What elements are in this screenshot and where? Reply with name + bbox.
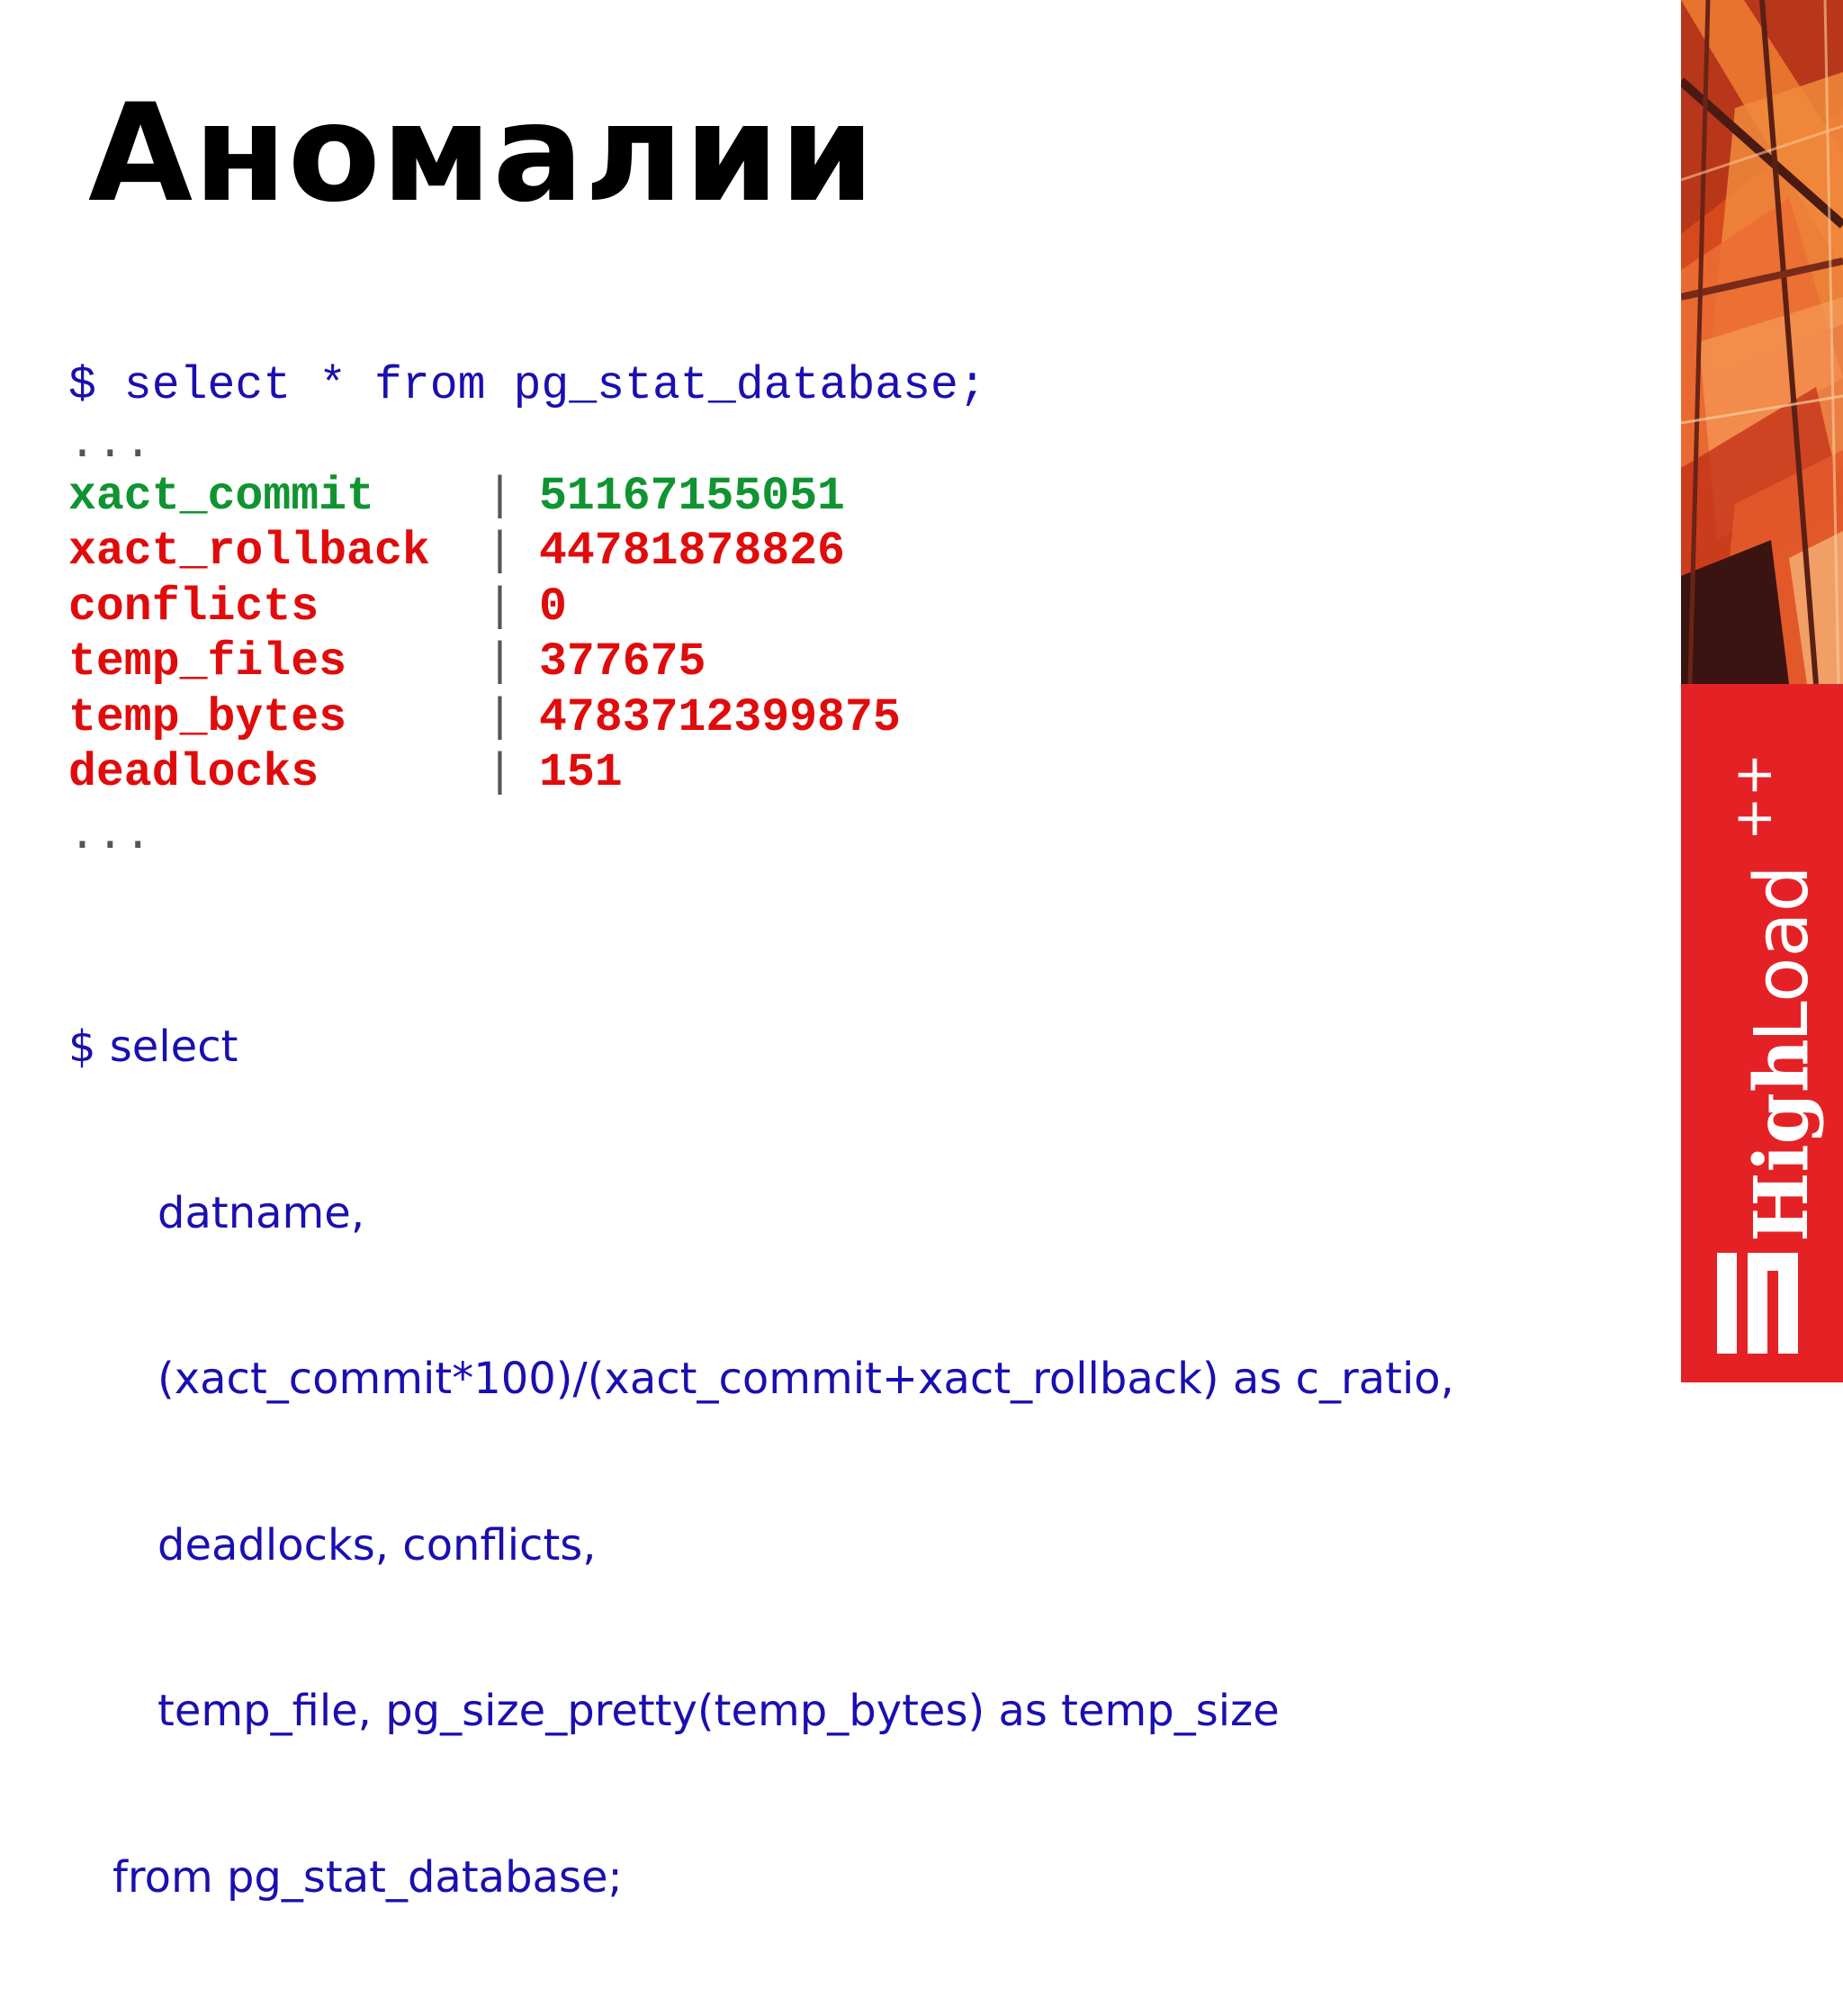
slide-title: Аномалии (88, 76, 876, 232)
stat-value: 151 (539, 746, 623, 799)
query-line: temp_file, pg_size_pretty(temp_bytes) as… (157, 1686, 1280, 1736)
stat-row-xact-rollback: xact_rollback | 44781878826 (68, 525, 845, 580)
stat-value: 0 (539, 580, 567, 634)
output-ellipsis-bottom: ... (68, 810, 152, 862)
svg-text:++: ++ (1722, 753, 1784, 841)
query-line: (xact_commit*100)/(xact_commit+xact_roll… (157, 1354, 1454, 1404)
svg-text:High: High (1739, 1039, 1825, 1242)
query-line: datname, (157, 1187, 365, 1238)
brand-sidebar: High Load ++ (1681, 0, 1843, 1382)
query-line: from pg_stat_database; (112, 1851, 623, 1903)
stats-output: xact_commit | 51167155051 xact_rollback … (68, 470, 901, 801)
stat-row-xact-commit: xact_commit | 51167155051 (68, 470, 845, 525)
stat-separator: | (486, 526, 514, 579)
stat-separator: | (486, 580, 514, 634)
stat-separator: | (486, 471, 514, 523)
query-select-all: $ select * from pg_stat_database; (68, 360, 986, 412)
svg-text:Load: Load (1740, 865, 1825, 1042)
stat-row-deadlocks: deadlocks | 151 (68, 746, 623, 801)
stat-name: xact_rollback (68, 526, 430, 579)
stat-name: conflicts (68, 580, 319, 634)
stat-name: temp_files (68, 636, 347, 689)
stat-separator: | (486, 746, 514, 799)
stat-name: temp_bytes (68, 691, 347, 744)
logo-mark-icon (1717, 1253, 1798, 1354)
stat-separator: | (486, 691, 514, 744)
stat-row-conflicts: conflicts | 0 (68, 580, 567, 635)
query-line: $ select (68, 1022, 238, 1072)
stat-row-temp-files: temp_files | 377675 (68, 635, 706, 690)
highload-logo: High Load ++ (1681, 684, 1843, 1382)
stat-value: 44781878826 (539, 526, 845, 579)
slide: Аномалии $ select * from pg_stat_databas… (0, 0, 1843, 1903)
query-line: deadlocks, conflicts, (157, 1519, 597, 1570)
stat-name: xact_commit (68, 471, 374, 523)
stat-name: deadlocks (68, 746, 319, 799)
query-ratio: $ select datname, (xact_commit*100)/(xac… (68, 909, 1454, 2016)
abstract-glass-art-icon (1681, 0, 1843, 685)
sidebar-abstract-art (1681, 0, 1843, 685)
stat-value: 51167155051 (539, 471, 845, 523)
stat-value: 377675 (539, 636, 706, 689)
stat-separator: | (486, 636, 514, 689)
sidebar-brand-panel: High Load ++ (1681, 684, 1843, 1382)
stat-row-temp-bytes: temp_bytes | 4783712399875 (68, 691, 901, 746)
stat-value: 4783712399875 (539, 691, 901, 744)
output-ellipsis-top: ... (68, 418, 152, 471)
